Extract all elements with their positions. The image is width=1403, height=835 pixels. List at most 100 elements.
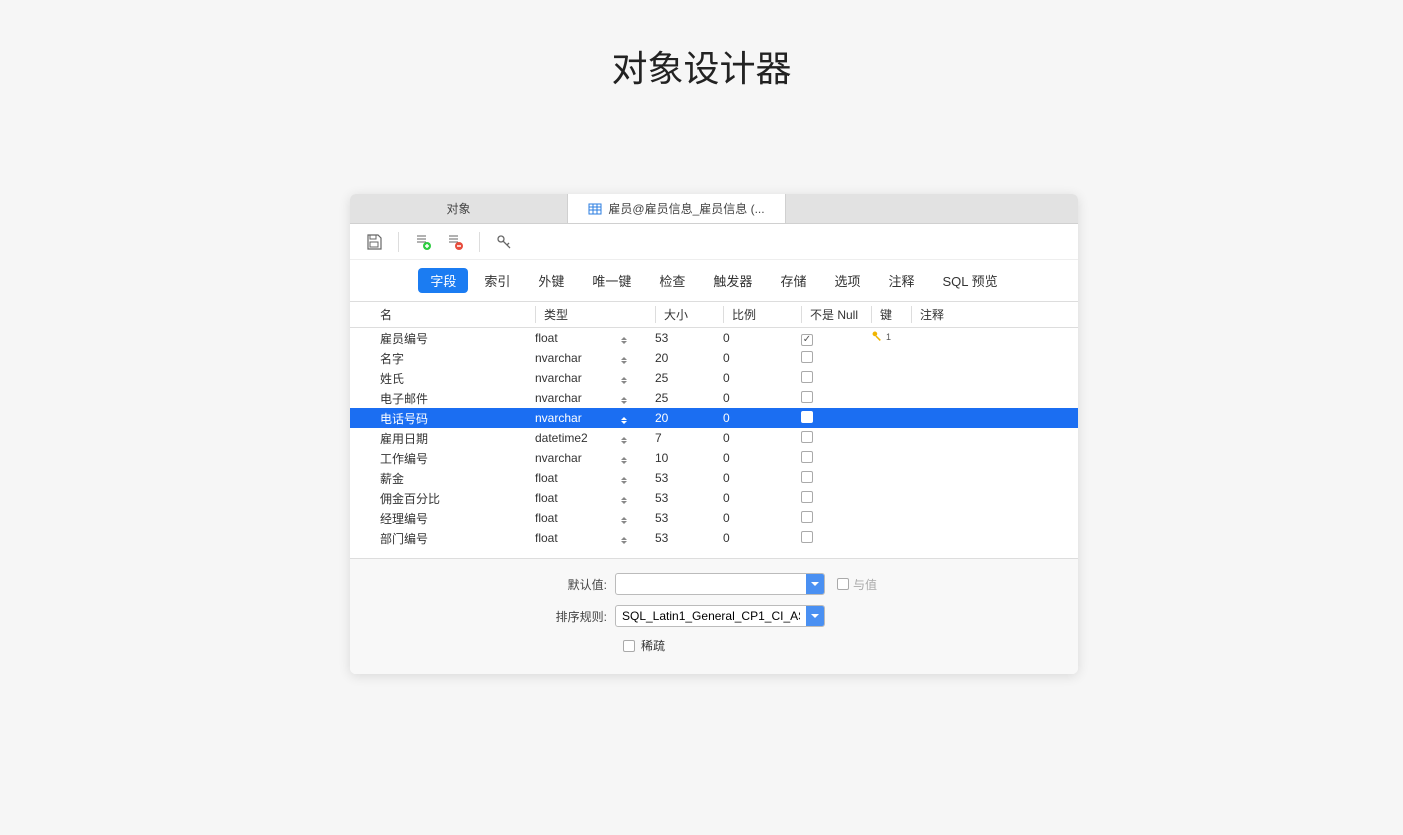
tab-objects[interactable]: 对象 (350, 194, 568, 223)
cell-size[interactable]: 53 (655, 531, 723, 545)
subtab-checks[interactable]: 检查 (647, 268, 697, 293)
cell-scale[interactable]: 0 (723, 371, 801, 385)
subtab-fields[interactable]: 字段 (418, 268, 468, 293)
notnull-checkbox[interactable] (801, 491, 813, 503)
type-stepper-icon[interactable] (621, 513, 631, 527)
add-field-button[interactable] (411, 230, 435, 254)
subtab-triggers[interactable]: 触发器 (701, 268, 764, 293)
type-stepper-icon[interactable] (621, 373, 631, 387)
col-header-scale[interactable]: 比例 (723, 306, 801, 323)
cell-size[interactable]: 25 (655, 371, 723, 385)
notnull-checkbox[interactable] (801, 334, 813, 346)
table-row[interactable]: 工作编号nvarchar100 (350, 448, 1078, 468)
cell-scale[interactable]: 0 (723, 451, 801, 465)
table-row[interactable]: 薪金float530 (350, 468, 1078, 488)
cell-type[interactable]: float (535, 471, 655, 485)
table-row[interactable]: 姓氏nvarchar250 (350, 368, 1078, 388)
notnull-checkbox[interactable] (801, 351, 813, 363)
notnull-checkbox[interactable] (801, 391, 813, 403)
cell-scale[interactable]: 0 (723, 491, 801, 505)
cell-scale[interactable]: 0 (723, 531, 801, 545)
notnull-checkbox[interactable] (801, 531, 813, 543)
cell-type[interactable]: float (535, 331, 655, 345)
table-row[interactable]: 雇用日期datetime270 (350, 428, 1078, 448)
collation-combo[interactable] (615, 605, 825, 627)
with-value-option[interactable]: 与值 (837, 576, 877, 593)
cell-size[interactable]: 20 (655, 351, 723, 365)
type-stepper-icon[interactable] (621, 533, 631, 547)
cell-size[interactable]: 20 (655, 411, 723, 425)
cell-name[interactable]: 电话号码 (380, 410, 535, 427)
col-header-size[interactable]: 大小 (655, 306, 723, 323)
notnull-checkbox[interactable] (801, 431, 813, 443)
with-value-checkbox[interactable] (837, 578, 849, 590)
col-header-notnull[interactable]: 不是 Null (801, 306, 871, 323)
cell-scale[interactable]: 0 (723, 411, 801, 425)
collation-input[interactable] (616, 609, 806, 623)
col-header-name[interactable]: 名 (380, 306, 535, 323)
table-row[interactable]: 经理编号float530 (350, 508, 1078, 528)
cell-name[interactable]: 名字 (380, 350, 535, 367)
type-stepper-icon[interactable] (621, 393, 631, 407)
remove-field-button[interactable] (443, 230, 467, 254)
table-row[interactable]: 电子邮件nvarchar250 (350, 388, 1078, 408)
cell-type[interactable]: float (535, 531, 655, 545)
notnull-checkbox[interactable] (801, 411, 813, 423)
cell-name[interactable]: 雇员编号 (380, 330, 535, 347)
type-stepper-icon[interactable] (621, 353, 631, 367)
cell-scale[interactable]: 0 (723, 391, 801, 405)
cell-size[interactable]: 7 (655, 431, 723, 445)
notnull-checkbox[interactable] (801, 451, 813, 463)
sparse-checkbox[interactable] (623, 640, 635, 652)
cell-type[interactable]: nvarchar (535, 351, 655, 365)
subtab-unique-keys[interactable]: 唯一键 (580, 268, 643, 293)
cell-scale[interactable]: 0 (723, 351, 801, 365)
cell-name[interactable]: 部门编号 (380, 530, 535, 547)
col-header-key[interactable]: 键 (871, 306, 911, 323)
cell-type[interactable]: nvarchar (535, 451, 655, 465)
cell-type[interactable]: float (535, 491, 655, 505)
tab-table-designer[interactable]: 雇员@雇员信息_雇员信息 (... (568, 194, 786, 223)
cell-scale[interactable]: 0 (723, 431, 801, 445)
cell-name[interactable]: 工作编号 (380, 450, 535, 467)
dropdown-icon[interactable] (806, 606, 824, 626)
cell-scale[interactable]: 0 (723, 511, 801, 525)
cell-size[interactable]: 53 (655, 471, 723, 485)
cell-size[interactable]: 25 (655, 391, 723, 405)
cell-type[interactable]: nvarchar (535, 371, 655, 385)
cell-size[interactable]: 10 (655, 451, 723, 465)
subtab-storage[interactable]: 存储 (768, 268, 818, 293)
cell-type[interactable]: float (535, 511, 655, 525)
cell-name[interactable]: 薪金 (380, 470, 535, 487)
save-button[interactable] (362, 230, 386, 254)
cell-type[interactable]: nvarchar (535, 391, 655, 405)
table-row[interactable]: 部门编号float530 (350, 528, 1078, 548)
notnull-checkbox[interactable] (801, 511, 813, 523)
cell-name[interactable]: 佣金百分比 (380, 490, 535, 507)
col-header-comment[interactable]: 注释 (911, 306, 1048, 323)
default-value-combo[interactable] (615, 573, 825, 595)
type-stepper-icon[interactable] (621, 473, 631, 487)
subtab-options[interactable]: 选项 (822, 268, 872, 293)
cell-name[interactable]: 姓氏 (380, 370, 535, 387)
cell-size[interactable]: 53 (655, 331, 723, 345)
cell-name[interactable]: 电子邮件 (380, 390, 535, 407)
table-row[interactable]: 雇员编号float5301 (350, 328, 1078, 348)
table-row[interactable]: 名字nvarchar200 (350, 348, 1078, 368)
subtab-comment[interactable]: 注释 (876, 268, 926, 293)
cell-type[interactable]: nvarchar (535, 411, 655, 425)
subtab-foreign-keys[interactable]: 外键 (526, 268, 576, 293)
type-stepper-icon[interactable] (621, 453, 631, 467)
type-stepper-icon[interactable] (621, 413, 631, 427)
cell-size[interactable]: 53 (655, 511, 723, 525)
cell-type[interactable]: datetime2 (535, 431, 655, 445)
notnull-checkbox[interactable] (801, 371, 813, 383)
col-header-type[interactable]: 类型 (535, 306, 655, 323)
sparse-option[interactable]: 稀疏 (623, 637, 1048, 654)
table-row[interactable]: 电话号码nvarchar200 (350, 408, 1078, 428)
subtab-sql-preview[interactable]: SQL 预览 (930, 268, 1009, 293)
dropdown-icon[interactable] (806, 574, 824, 594)
default-value-input[interactable] (616, 577, 806, 591)
type-stepper-icon[interactable] (621, 333, 631, 347)
subtab-indexes[interactable]: 索引 (472, 268, 522, 293)
